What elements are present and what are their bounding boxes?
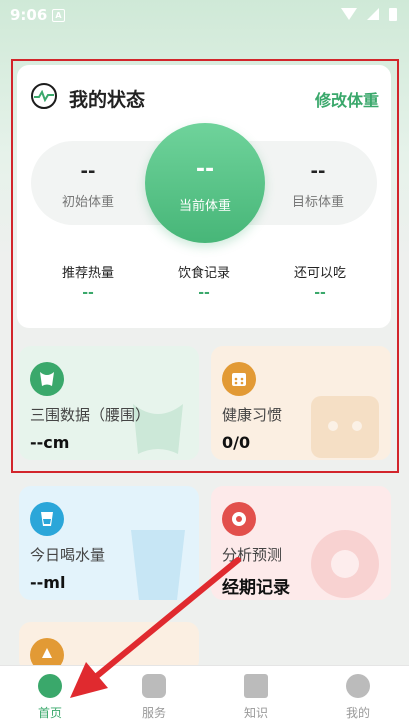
tab-home-label: 首页 <box>37 706 62 720</box>
tab-mine-label: 我的 <box>345 706 370 720</box>
status-bar: 9:06 A <box>0 0 409 30</box>
bottom-tab-bar: 首页 服务 知识 我的 <box>0 665 409 728</box>
compass-icon <box>38 674 62 698</box>
tab-mine[interactable]: 我的 <box>328 674 388 721</box>
water-label: 今日喝水量 <box>30 546 106 564</box>
tab-knowledge-label: 知识 <box>243 706 268 720</box>
graduation-cap-icon <box>244 674 268 698</box>
period-record-value: 经期记录 <box>222 578 290 598</box>
cup-watermark-icon <box>131 530 185 600</box>
profile-compass-icon <box>346 674 370 698</box>
flower-watermark-icon <box>311 530 379 598</box>
tab-services-label: 服务 <box>141 706 166 720</box>
wifi-icon <box>341 8 357 20</box>
water-tile[interactable]: 今日喝水量 --ml <box>19 486 199 600</box>
prediction-label: 分析预测 <box>222 546 283 564</box>
water-value: --ml <box>30 573 66 592</box>
grid-icon <box>142 674 166 698</box>
tab-services[interactable]: 服务 <box>124 674 184 721</box>
water-cup-icon <box>30 502 64 536</box>
signal-icon <box>367 8 379 20</box>
notification-icon: A <box>52 9 65 22</box>
tab-knowledge[interactable]: 知识 <box>226 674 286 721</box>
highlight-box <box>11 59 399 473</box>
tab-home[interactable]: 首页 <box>20 674 80 721</box>
prediction-tile[interactable]: 分析预测 经期记录 <box>211 486 391 600</box>
status-time: 9:06 <box>10 6 48 24</box>
battery-icon <box>389 8 397 21</box>
flower-icon <box>222 502 256 536</box>
